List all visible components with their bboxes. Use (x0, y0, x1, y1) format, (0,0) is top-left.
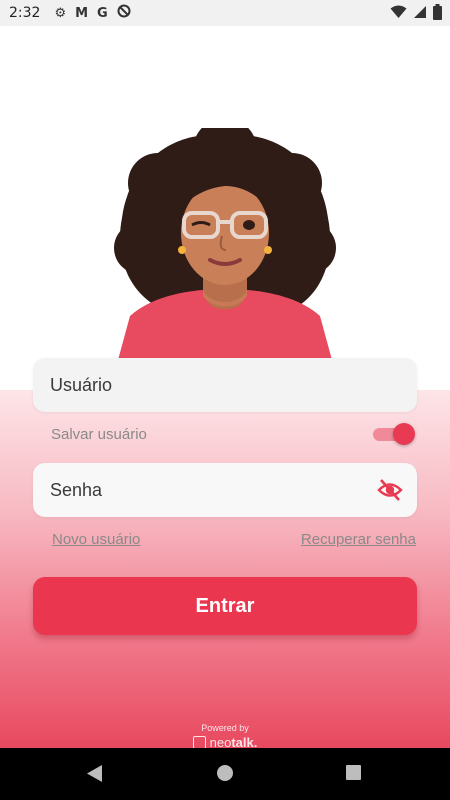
avatar-illustration (110, 118, 340, 360)
back-icon[interactable] (87, 765, 103, 787)
gear-icon: ⚙ (54, 5, 67, 21)
save-user-toggle[interactable] (371, 423, 415, 445)
status-bar: 2:32 ⚙ M G (0, 0, 450, 26)
save-user-row: Salvar usuário (51, 423, 415, 445)
system-icons (390, 4, 442, 24)
password-placeholder: Senha (50, 479, 103, 500)
recent-apps-icon[interactable] (346, 765, 361, 780)
signal-icon (413, 5, 427, 23)
notification-icons: ⚙ M G (54, 4, 131, 22)
username-field[interactable]: Usuário (33, 358, 417, 412)
home-icon[interactable] (217, 765, 233, 781)
gmail-icon: M (75, 5, 89, 21)
google-icon: G (97, 5, 108, 21)
enter-button[interactable]: Entrar (33, 577, 417, 635)
new-user-link[interactable]: Novo usuário (52, 531, 140, 548)
recover-password-link[interactable]: Recuperar senha (301, 531, 416, 548)
password-field[interactable]: Senha (33, 463, 417, 517)
battery-icon (433, 4, 442, 24)
username-placeholder: Usuário (50, 374, 113, 395)
clock: 2:32 (9, 5, 41, 21)
eye-off-icon[interactable] (377, 478, 403, 502)
toggle-thumb (393, 423, 415, 445)
powered-by-label: Powered by (201, 723, 249, 733)
wifi-icon (390, 5, 407, 23)
vpn-icon (117, 4, 131, 22)
save-user-label: Salvar usuário (51, 425, 147, 443)
navigation-bar (0, 748, 450, 800)
